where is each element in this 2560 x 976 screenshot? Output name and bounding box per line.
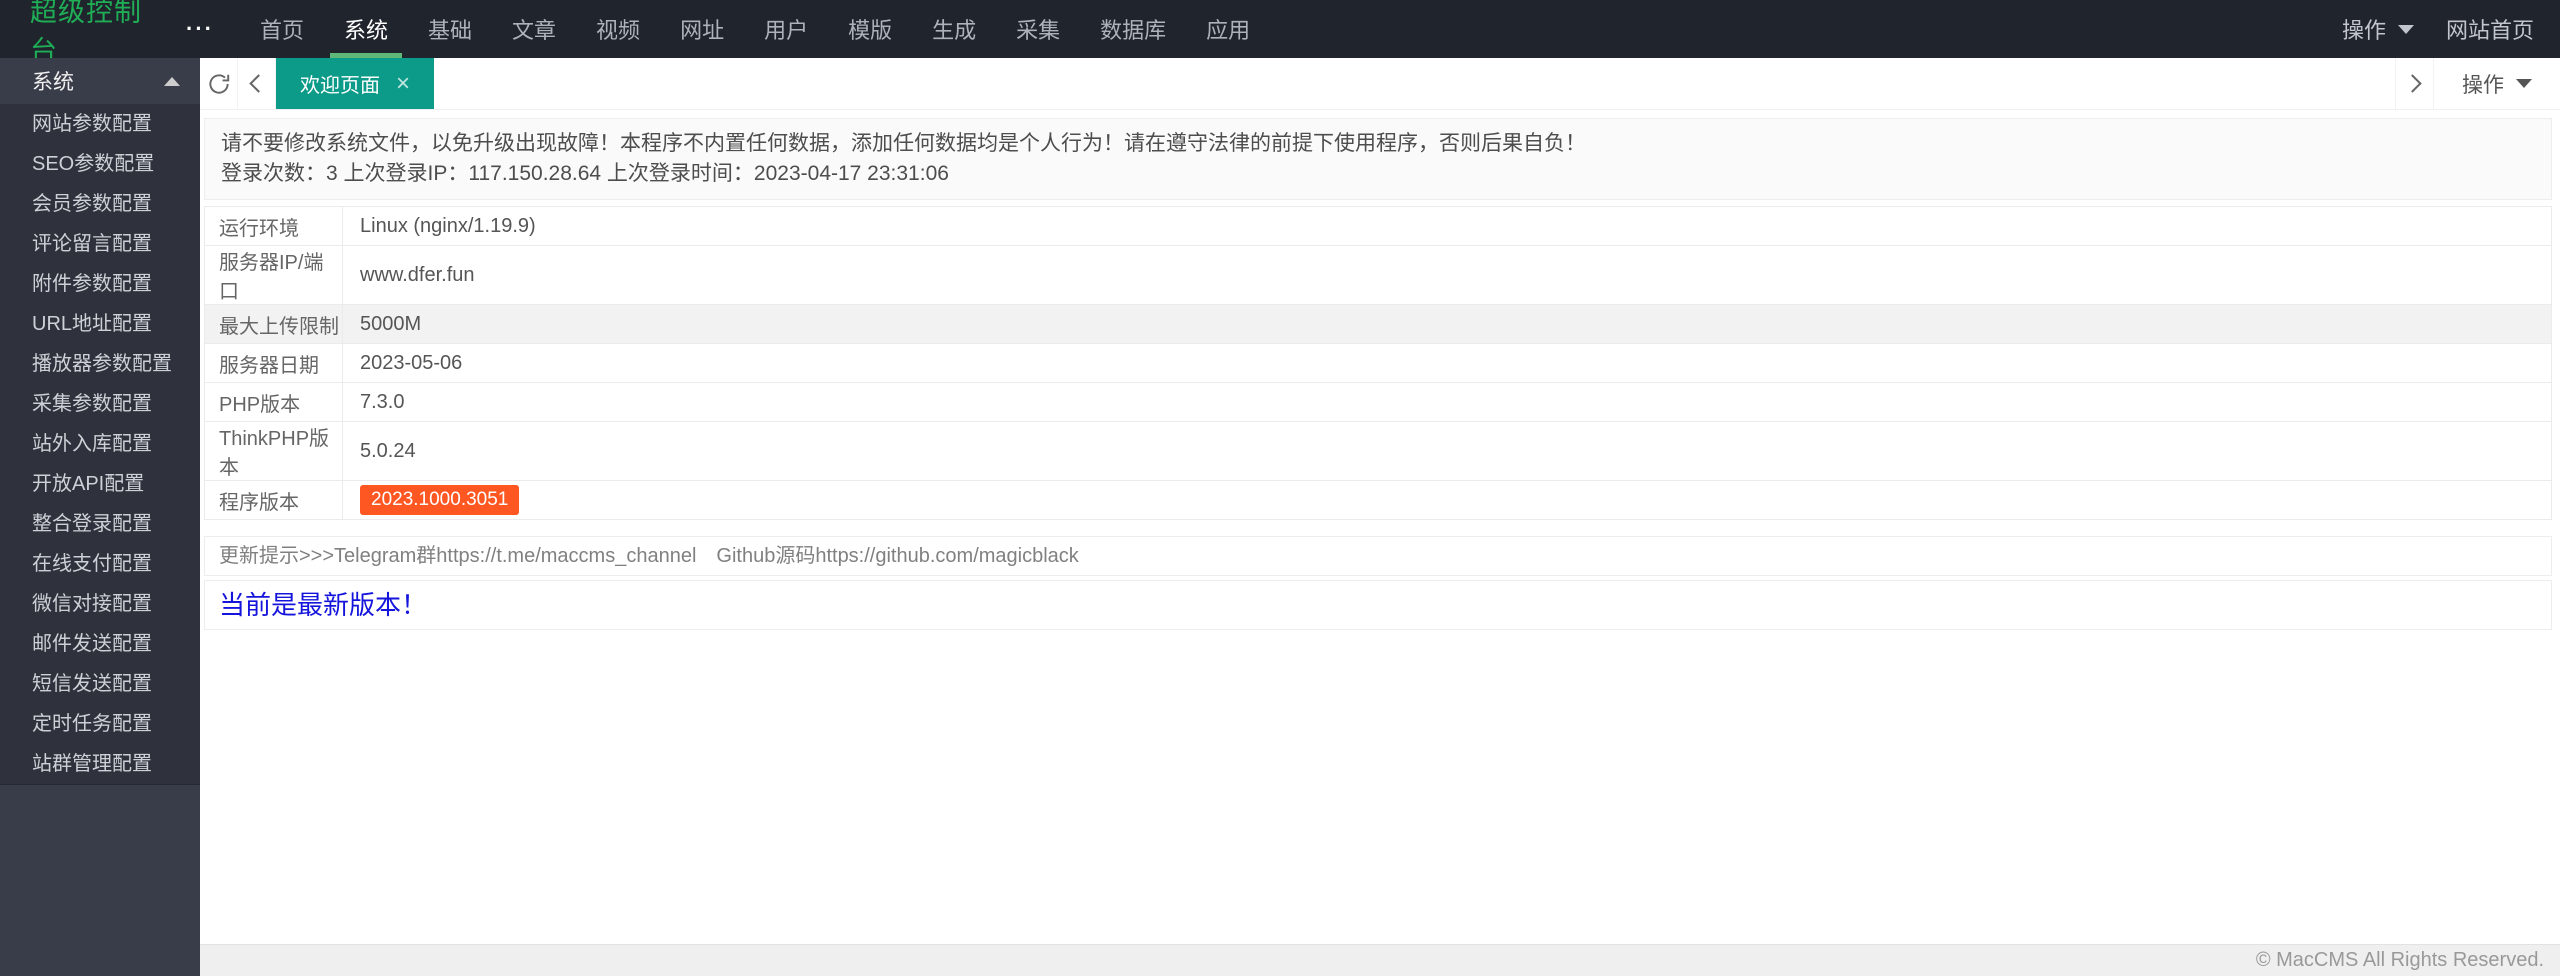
row-label: ThinkPHP版本 (204, 421, 343, 481)
table-row: 服务器日期 2023-05-06 (204, 343, 2552, 383)
nav-item-apps[interactable]: 应用 (1192, 0, 1264, 58)
nav-item-video[interactable]: 视频 (582, 0, 654, 58)
navbar-actions-dropdown[interactable]: 操作 (2322, 0, 2434, 58)
site-home-link[interactable]: 网站首页 (2434, 0, 2560, 58)
ellipsis-icon[interactable]: ··· (160, 0, 240, 58)
sidebar-item-attachment-params[interactable]: 附件参数配置 (0, 264, 200, 304)
row-label: 程序版本 (204, 480, 343, 520)
row-label: 服务器IP/端口 (204, 245, 343, 305)
welcome-page-content: 请不要修改系统文件，以免升级出现故障！本程序不内置任何数据，添加任何数据均是个人… (200, 110, 2560, 944)
system-info-table: 运行环境 Linux (nginx/1.19.9) 服务器IP/端口 www.d… (204, 206, 2552, 520)
admin-app: 超级控制台 ··· 首页 系统 基础 文章 视频 网址 用户 模版 生成 采集 … (0, 0, 2560, 976)
nav-item-generate[interactable]: 生成 (918, 0, 990, 58)
version-badge: 2023.1000.3051 (360, 485, 520, 515)
nav-item-user[interactable]: 用户 (750, 0, 822, 58)
caret-down-icon (2397, 24, 2414, 34)
workarea: 欢迎页面 × 操作 请不要修改系统文件，以免升级出现故障！本程序不内置任何数据，… (200, 58, 2560, 976)
navbar-spacer (1270, 0, 2322, 58)
nav-item-template[interactable]: 模版 (834, 0, 906, 58)
caret-up-icon (164, 76, 180, 86)
sidebar-item-site-params[interactable]: 网站参数配置 (0, 104, 200, 144)
sidebar-item-online-payment[interactable]: 在线支付配置 (0, 544, 200, 584)
table-row: 最大上传限制 5000M (204, 304, 2552, 344)
version-check-box: 当前是最新版本！ (204, 580, 2552, 630)
row-label: 运行环境 (204, 206, 343, 246)
row-value: 2023-05-06 (342, 343, 2552, 383)
app-logo: 超级控制台 (30, 0, 142, 66)
sidebar: 系统 网站参数配置 SEO参数配置 会员参数配置 评论留言配置 附件参数配置 U… (0, 58, 200, 976)
system-notice: 请不要修改系统文件，以免升级出现故障！本程序不内置任何数据，添加任何数据均是个人… (204, 118, 2552, 200)
sidebar-item-collect-params[interactable]: 采集参数配置 (0, 384, 200, 424)
copyright-text: © MacCMS All Rights Reserved. (2255, 949, 2544, 971)
notice-line-2: 登录次数：3 上次登录IP：117.150.28.64 上次登录时间：2023-… (221, 162, 949, 185)
sidebar-item-open-api[interactable]: 开放API配置 (0, 464, 200, 504)
top-menu: 首页 系统 基础 文章 视频 网址 用户 模版 生成 采集 数据库 应用 (240, 0, 1270, 58)
tab-scroll-left-button[interactable] (238, 58, 276, 109)
table-row: 程序版本 2023.1000.3051 (204, 480, 2552, 520)
latest-version-text: 当前是最新版本！ (219, 590, 428, 620)
tab-label: 欢迎页面 (300, 75, 380, 97)
sidebar-group-system[interactable]: 系统 (0, 58, 200, 104)
tab-bar: 欢迎页面 × 操作 (200, 58, 2560, 110)
sidebar-item-player-params[interactable]: 播放器参数配置 (0, 344, 200, 384)
tab-actions-dropdown[interactable]: 操作 (2433, 58, 2560, 109)
chevron-right-icon (2403, 74, 2422, 93)
row-value: 7.3.0 (342, 382, 2552, 422)
sidebar-item-cron-config[interactable]: 定时任务配置 (0, 704, 200, 744)
sidebar-item-external-storage[interactable]: 站外入库配置 (0, 424, 200, 464)
sidebar-item-email-config[interactable]: 邮件发送配置 (0, 624, 200, 664)
page-footer: © MacCMS All Rights Reserved. (200, 944, 2560, 976)
row-label: 最大上传限制 (204, 304, 343, 344)
sidebar-item-sms-config[interactable]: 短信发送配置 (0, 664, 200, 704)
notice-line-1: 请不要修改系统文件，以免升级出现故障！本程序不内置任何数据，添加任何数据均是个人… (221, 132, 1586, 155)
nav-item-article[interactable]: 文章 (498, 0, 570, 58)
refresh-button[interactable] (200, 58, 238, 109)
update-tip: 更新提示>>>Telegram群https://t.me/maccms_chan… (204, 536, 2552, 576)
sidebar-item-url-config[interactable]: URL地址配置 (0, 304, 200, 344)
row-value: Linux (nginx/1.19.9) (342, 206, 2552, 246)
caret-down-icon (2516, 79, 2532, 88)
sidebar-item-sitegroup-config[interactable]: 站群管理配置 (0, 744, 200, 784)
chevron-left-icon (249, 74, 268, 93)
row-label: 服务器日期 (204, 343, 343, 383)
row-value: www.dfer.fun (342, 245, 2552, 305)
table-row: 运行环境 Linux (nginx/1.19.9) (204, 206, 2552, 246)
sidebar-menu: 网站参数配置 SEO参数配置 会员参数配置 评论留言配置 附件参数配置 URL地… (0, 104, 200, 785)
sidebar-item-member-params[interactable]: 会员参数配置 (0, 184, 200, 224)
sidebar-item-integrated-login[interactable]: 整合登录配置 (0, 504, 200, 544)
nav-item-website[interactable]: 网址 (666, 0, 738, 58)
tab-scroll-right-button[interactable] (2395, 58, 2433, 109)
close-icon[interactable]: × (396, 71, 410, 96)
row-value: 5000M (342, 304, 2552, 344)
tabbar-spacer (434, 58, 2395, 109)
nav-item-basic[interactable]: 基础 (414, 0, 486, 58)
nav-item-home[interactable]: 首页 (246, 0, 318, 58)
row-value: 5.0.24 (342, 421, 2552, 481)
nav-item-collect[interactable]: 采集 (1002, 0, 1074, 58)
table-row: 服务器IP/端口 www.dfer.fun (204, 245, 2552, 305)
row-label: PHP版本 (204, 382, 343, 422)
sidebar-item-comment-config[interactable]: 评论留言配置 (0, 224, 200, 264)
top-navbar: 超级控制台 ··· 首页 系统 基础 文章 视频 网址 用户 模版 生成 采集 … (0, 0, 2560, 66)
sidebar-item-wechat-config[interactable]: 微信对接配置 (0, 584, 200, 624)
row-value: 2023.1000.3051 (342, 480, 2552, 520)
sidebar-item-seo-params[interactable]: SEO参数配置 (0, 144, 200, 184)
table-row: PHP版本 7.3.0 (204, 382, 2552, 422)
nav-item-system[interactable]: 系统 (330, 0, 403, 58)
table-row: ThinkPHP版本 5.0.24 (204, 421, 2552, 481)
refresh-icon (208, 73, 229, 94)
nav-item-database[interactable]: 数据库 (1086, 0, 1180, 58)
tab-welcome-page[interactable]: 欢迎页面 × (276, 58, 435, 109)
